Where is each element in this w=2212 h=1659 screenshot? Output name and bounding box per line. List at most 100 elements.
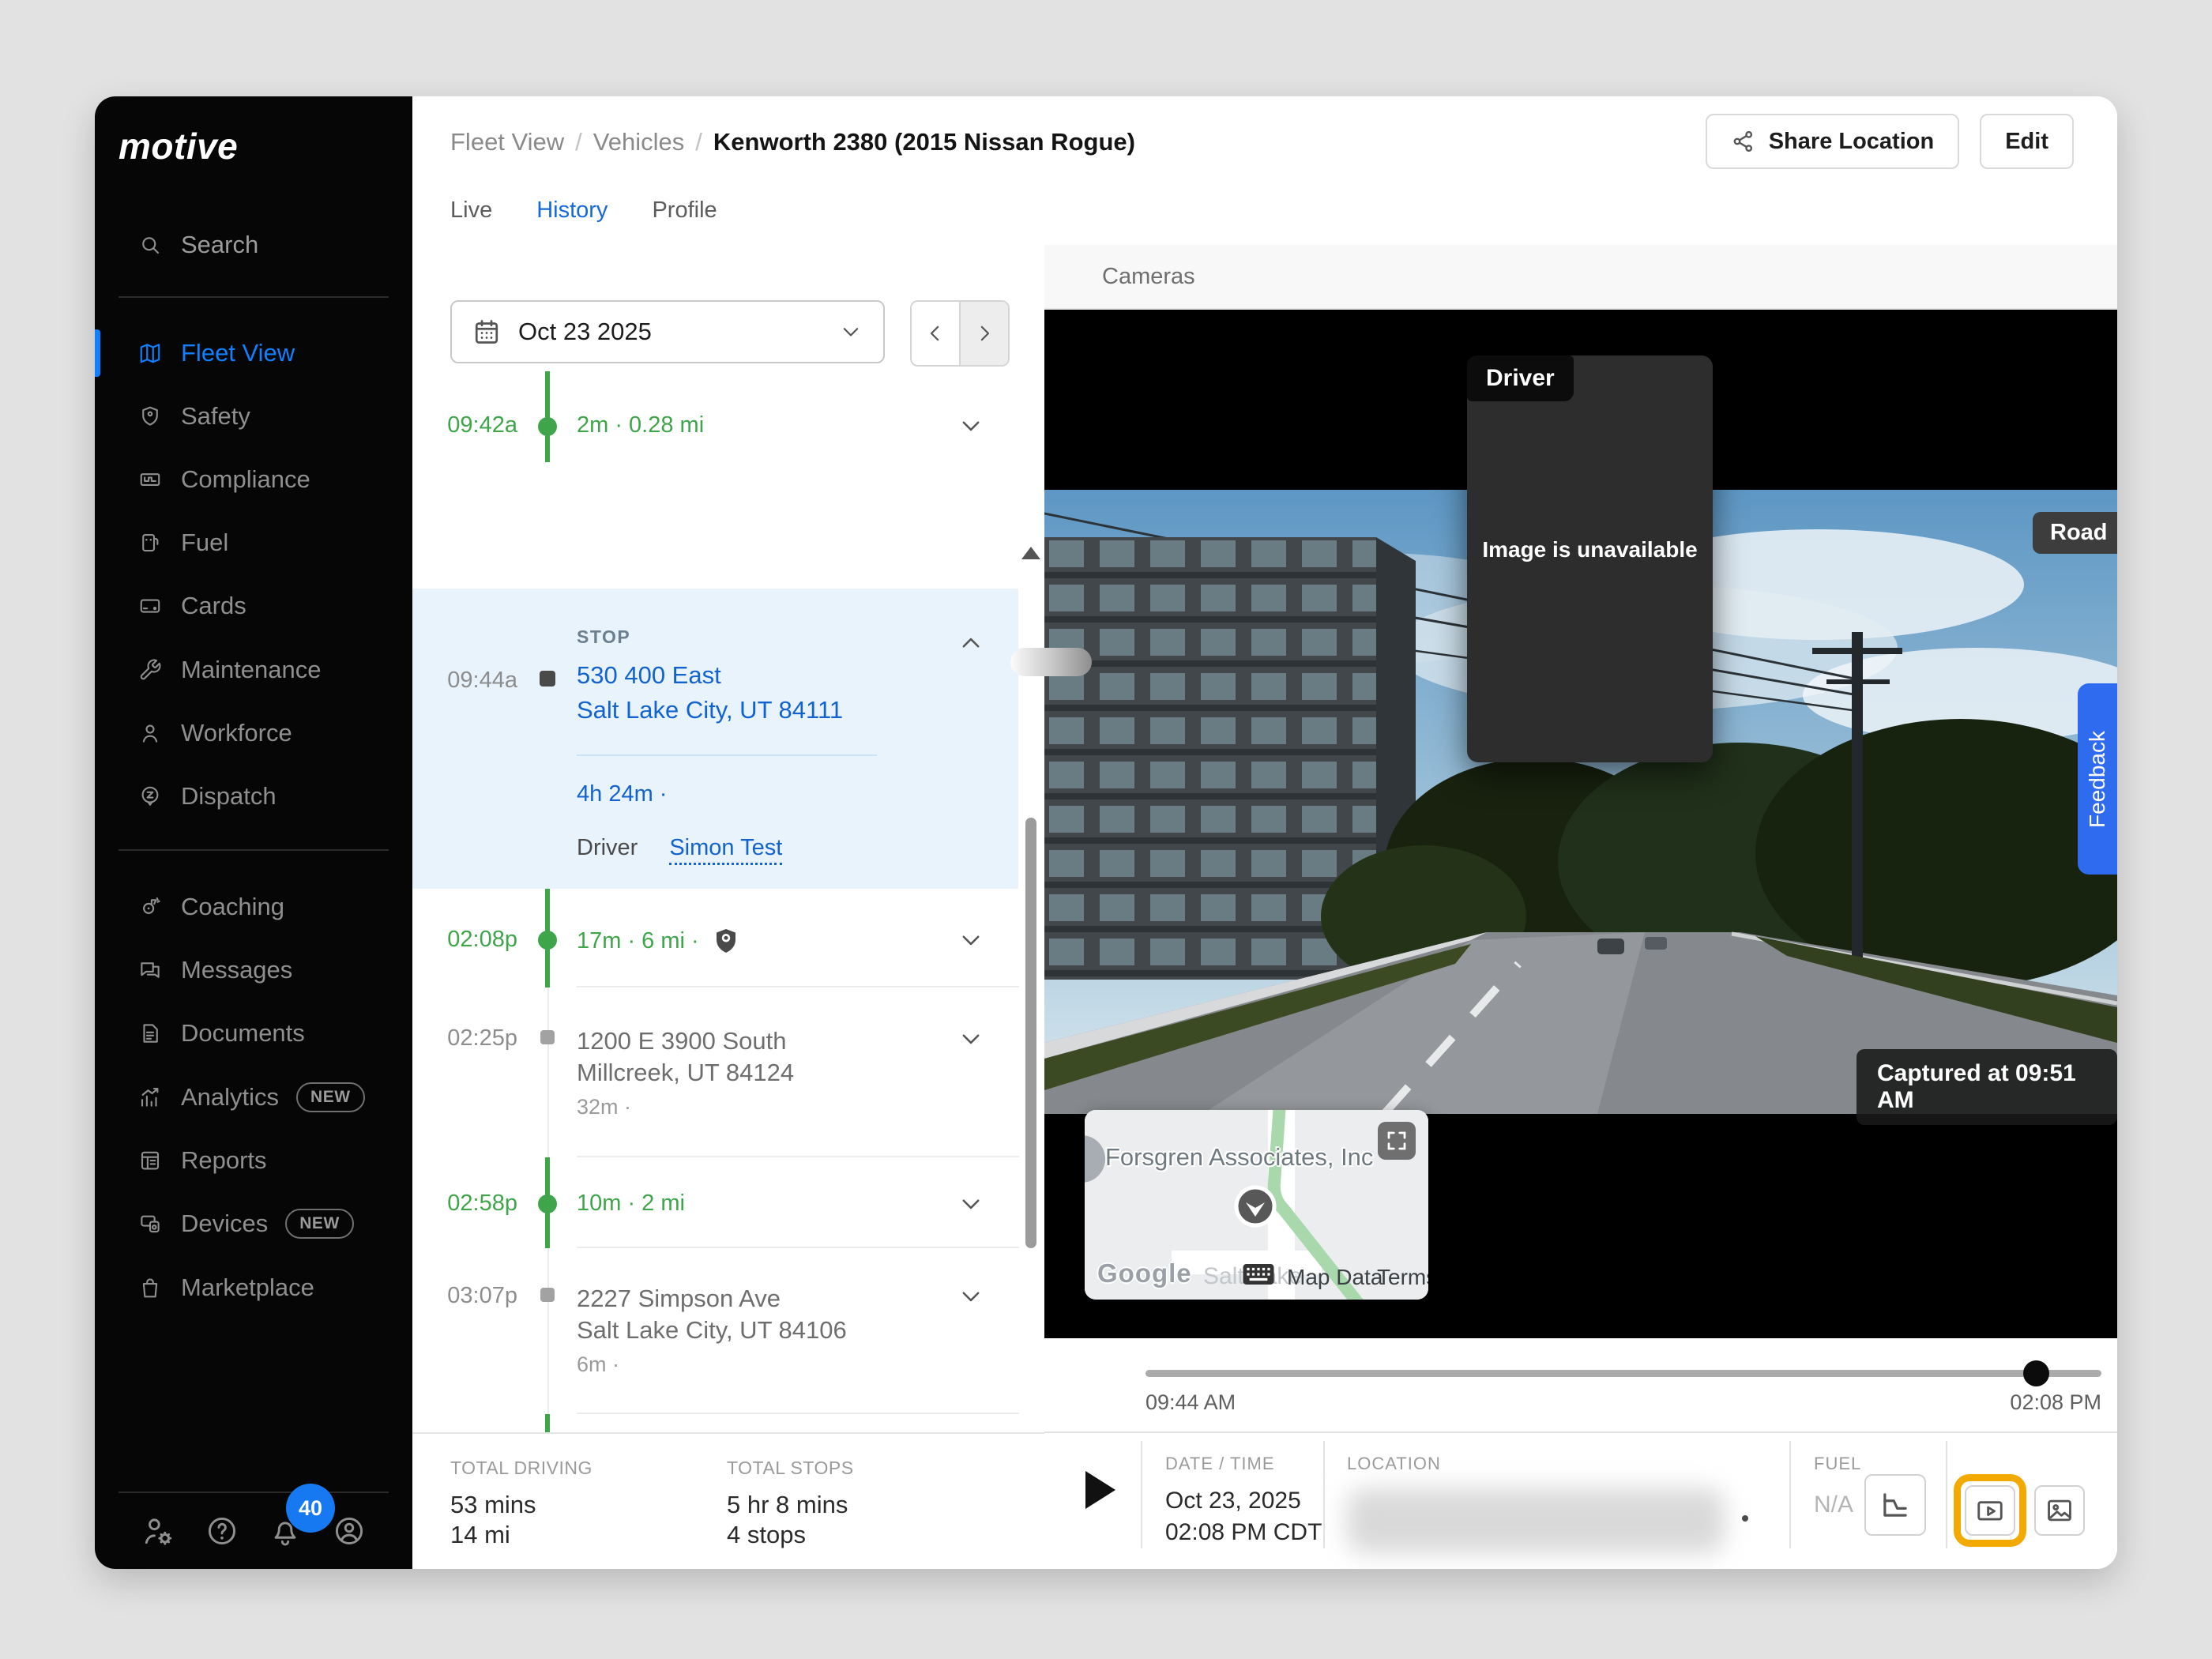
total-stops-time: 5 hr 8 mins (727, 1490, 854, 1520)
next-day-button[interactable] (959, 302, 1008, 365)
camera-viewport: Driver Image is unavailable Road Capture… (1044, 310, 2117, 1338)
breadcrumb-fleet-view[interactable]: Fleet View (450, 128, 564, 156)
tab-bar: Live History Profile (450, 198, 717, 245)
sidebar-item-maintenance[interactable]: Maintenance (95, 645, 412, 695)
safety-event-icon[interactable] (712, 927, 740, 955)
timeline-row-stop[interactable]: 03:07p 2227 Simpson Ave Salt Lake City, … (412, 1248, 1018, 1414)
admin-settings-button[interactable] (141, 1514, 175, 1548)
total-driving-distance: 14 mi (450, 1520, 592, 1550)
map-data-link[interactable]: Map Data (1287, 1265, 1382, 1290)
timeline-row-trip[interactable]: 09:42a 2m · 0.28 mi (412, 371, 1018, 462)
feedback-tab[interactable]: Feedback (2078, 683, 2117, 875)
address-line1: 2227 Simpson Ave (577, 1283, 847, 1315)
account-button[interactable] (332, 1514, 367, 1548)
tab-live[interactable]: Live (450, 198, 492, 245)
driver-name-link[interactable]: Simon Test (669, 835, 782, 865)
sidebar-divider (118, 296, 389, 298)
sidebar-item-analytics[interactable]: Analytics NEW (95, 1072, 412, 1123)
page-header: Fleet View / Vehicles / Kenworth 2380 (2… (412, 96, 2117, 246)
datetime-block: DATE / TIME Oct 23, 2025 02:08 PM CDT (1165, 1454, 1322, 1548)
card-divider (577, 754, 877, 756)
timeline-row-stop-expanded[interactable]: STOP 09:44a 530 400 East Salt Lake City,… (412, 589, 1018, 889)
timeline-line (547, 1248, 549, 1414)
timeline-row-trip[interactable]: 03:14p 9m · 2 mi · (412, 1414, 1018, 1434)
sidebar-item-label: Messages (181, 956, 292, 984)
fuel-level-chart-icon (1879, 1488, 1912, 1522)
wrench-icon (138, 658, 162, 682)
scrubber-track[interactable] (1146, 1370, 2101, 1377)
sidebar-item-workforce[interactable]: Workforce (95, 708, 412, 758)
report-icon (138, 1149, 162, 1172)
breadcrumb-separator: / (695, 128, 702, 156)
scrubber-thumb[interactable] (2023, 1360, 2049, 1386)
total-stops-count: 4 stops (727, 1520, 854, 1550)
sidebar-item-fleet-view[interactable]: Fleet View (95, 328, 412, 378)
location-block: LOCATION (1347, 1454, 1441, 1474)
trip-dot (538, 1194, 557, 1213)
keyboard-icon[interactable] (1243, 1264, 1274, 1288)
expand-row-button[interactable] (957, 1283, 986, 1311)
sidebar-item-coaching[interactable]: Coaching (95, 882, 412, 932)
notification-count-badge[interactable]: 40 (286, 1484, 335, 1533)
sidebar-item-reports[interactable]: Reports (95, 1135, 412, 1186)
video-playback-button[interactable] (1965, 1485, 2015, 1536)
vehicle-marker-icon[interactable] (1232, 1183, 1278, 1233)
timeline-totals: TOTAL DRIVING 53 mins 14 mi TOTAL STOPS … (412, 1432, 1044, 1569)
sidebar-item-label: Marketplace (181, 1273, 314, 1302)
map-expand-button[interactable] (1378, 1122, 1416, 1160)
chevron-down-icon (957, 1191, 984, 1217)
sidebar-item-label: Compliance (181, 465, 310, 494)
previous-day-button[interactable] (912, 302, 959, 365)
image-icon (2045, 1495, 2075, 1525)
snapshot-button[interactable] (2034, 1485, 2085, 1536)
panel-resize-handle[interactable] (1010, 648, 1092, 676)
total-driving-time: 53 mins (450, 1490, 592, 1520)
tab-profile[interactable]: Profile (652, 198, 717, 245)
sidebar-item-dispatch[interactable]: Dispatch (95, 771, 412, 822)
share-location-button[interactable]: Share Location (1706, 114, 1960, 169)
expand-row-button[interactable] (957, 412, 986, 441)
driver-camera-label: Driver (1467, 356, 1574, 401)
edit-button[interactable]: Edit (1980, 114, 2074, 169)
breadcrumb-vehicles[interactable]: Vehicles (593, 128, 684, 156)
fuel-chart-button[interactable] (1864, 1474, 1926, 1536)
timeline-row-trip[interactable]: 02:58p 10m · 2 mi (412, 1157, 1018, 1248)
sidebar-item-devices[interactable]: Devices NEW (95, 1198, 412, 1249)
search-input[interactable]: Search (95, 220, 412, 270)
scroll-up-arrow[interactable] (1021, 547, 1040, 559)
date-picker[interactable]: Oct 23 2025 (450, 300, 885, 363)
location-label: LOCATION (1347, 1454, 1441, 1474)
timeline-row-trip[interactable]: 02:08p 17m · 6 mi · (412, 889, 1018, 988)
sidebar-item-marketplace[interactable]: Marketplace (95, 1262, 412, 1313)
chevron-down-icon (957, 1283, 984, 1310)
sidebar-divider (118, 849, 389, 851)
sidebar-item-label: Workforce (181, 719, 292, 747)
terms-link[interactable]: Terms (1377, 1265, 1428, 1290)
breadcrumb: Fleet View / Vehicles / Kenworth 2380 (2… (450, 128, 1135, 156)
sidebar-item-cards[interactable]: Cards (95, 581, 412, 631)
sidebar-item-compliance[interactable]: Compliance (95, 454, 412, 505)
expand-row-button[interactable] (957, 927, 986, 955)
expand-row-button[interactable] (957, 1025, 986, 1054)
document-icon (138, 1021, 162, 1045)
stop-marker (540, 671, 555, 687)
address-line1: 530 400 East (577, 658, 843, 693)
collapse-row-button[interactable] (957, 630, 986, 658)
tab-history[interactable]: History (536, 198, 608, 245)
sidebar-item-fuel[interactable]: Fuel (95, 517, 412, 568)
help-button[interactable] (205, 1514, 239, 1548)
stop-time: 03:07p (412, 1283, 517, 1309)
trip-dot (538, 417, 557, 436)
sidebar-item-documents[interactable]: Documents (95, 1008, 412, 1059)
map-inset[interactable]: Forsgren Associates, Inc Google Salt Lak… (1085, 1110, 1428, 1300)
breadcrumb-separator: / (575, 128, 582, 156)
sidebar-item-safety[interactable]: Safety (95, 391, 412, 442)
play-button[interactable] (1085, 1471, 1115, 1509)
fuel-pump-icon (138, 531, 162, 555)
sidebar-item-messages[interactable]: Messages (95, 945, 412, 995)
expand-row-button[interactable] (957, 1191, 986, 1219)
timeline-scrollbar[interactable] (1025, 818, 1036, 1248)
calendar-icon (472, 318, 501, 346)
timeline-row-stop[interactable]: 02:25p 1200 E 3900 South Millcreek, UT 8… (412, 988, 1018, 1157)
stop-address-link[interactable]: 530 400 East Salt Lake City, UT 84111 (577, 658, 843, 728)
